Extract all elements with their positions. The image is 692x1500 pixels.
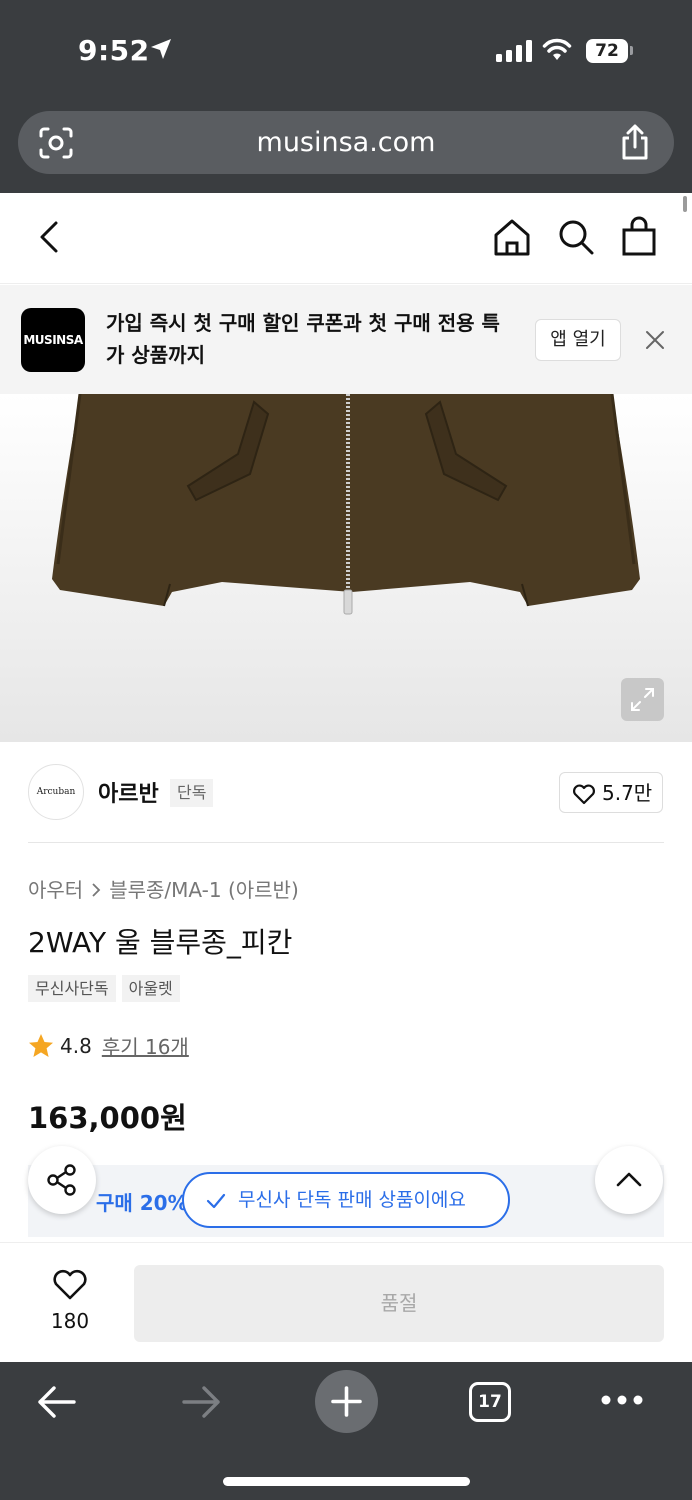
signal-icon <box>496 40 532 62</box>
product-tags: 무신사단독 아울렛 <box>28 975 180 1002</box>
new-tab-button[interactable] <box>315 1370 378 1433</box>
scroll-top-button[interactable] <box>595 1146 663 1214</box>
tag: 무신사단독 <box>28 975 116 1002</box>
browser-toolbar: 17 <box>0 1362 692 1500</box>
close-icon[interactable] <box>644 329 666 351</box>
heart-icon <box>53 1269 87 1300</box>
plus-icon <box>331 1386 362 1417</box>
wishlist-button[interactable]: 180 <box>40 1265 100 1335</box>
breadcrumb-item[interactable]: 아우터 <box>28 878 83 902</box>
heart-icon <box>573 784 595 805</box>
star-icon <box>29 1034 53 1057</box>
open-app-button[interactable]: 앱 열기 <box>535 319 621 361</box>
back-icon[interactable] <box>36 219 62 255</box>
wifi-icon <box>542 38 572 60</box>
check-icon <box>206 1193 226 1209</box>
brand-like-button[interactable]: 5.7만 <box>559 772 663 813</box>
rating-row: 4.8 후기 16개 <box>28 1031 189 1060</box>
brand-row: Arcuban 아르반 단독 5.7만 <box>0 742 692 842</box>
exclusive-toast: 무신사 단독 판매 상품이에요 <box>182 1172 510 1228</box>
scrollbar[interactable] <box>683 196 687 212</box>
sold-out-button[interactable]: 품절 <box>134 1265 664 1342</box>
brand-logo[interactable]: Arcuban <box>28 764 84 820</box>
browser-top-chrome: 9:52 72 musinsa.com <box>0 0 692 193</box>
product-image[interactable] <box>0 394 692 742</box>
home-indicator <box>223 1477 470 1486</box>
toast-text: 무신사 단독 판매 상품이에요 <box>238 1189 466 1211</box>
battery-indicator: 72 <box>586 39 628 63</box>
location-arrow-icon <box>151 39 171 59</box>
status-time: 9:52 <box>78 34 150 67</box>
exclusive-badge: 단독 <box>170 779 214 807</box>
breadcrumb-item[interactable]: 블루종/MA-1 (아르반) <box>109 878 299 902</box>
share-icon[interactable] <box>620 123 650 161</box>
share-button[interactable] <box>28 1146 96 1214</box>
expand-icon <box>631 688 654 711</box>
chevron-up-icon <box>616 1172 642 1187</box>
site-header <box>0 193 692 284</box>
app-banner-message: 가입 즉시 첫 구매 할인 쿠폰과 첫 구매 전용 특가 상품까지 <box>106 311 500 367</box>
buy-bar: 180 품절 <box>0 1242 692 1362</box>
home-icon[interactable] <box>492 217 532 257</box>
battery-nub <box>630 46 633 55</box>
address-bar[interactable]: musinsa.com <box>18 111 674 174</box>
search-icon[interactable] <box>556 217 596 257</box>
wishlist-count: 180 <box>50 1309 90 1333</box>
expand-image-button[interactable] <box>621 678 664 721</box>
reviews-link[interactable]: 후기 16개 <box>102 1031 189 1060</box>
jacket-illustration <box>52 394 640 615</box>
more-icon[interactable] <box>600 1388 644 1412</box>
breadcrumb: 아우터 블루종/MA-1 (아르반) <box>28 874 299 903</box>
app-install-banner: MUSINSA 가입 즉시 첫 구매 할인 쿠폰과 첫 구매 전용 특가 상품까… <box>0 285 692 394</box>
back-icon[interactable] <box>36 1384 78 1420</box>
chevron-right-icon <box>92 883 101 897</box>
app-logo: MUSINSA <box>21 308 85 372</box>
brand-like-count: 5.7만 <box>602 781 653 805</box>
tabs-button[interactable]: 17 <box>469 1382 511 1422</box>
product-title: 2WAY 울 블루종_피칸 <box>28 926 293 959</box>
forward-icon[interactable] <box>180 1384 222 1420</box>
tag: 아울렛 <box>121 975 180 1002</box>
rating-score: 4.8 <box>60 1033 92 1058</box>
url-text[interactable]: musinsa.com <box>18 111 674 174</box>
divider <box>28 842 664 843</box>
product-price: 163,000원 <box>28 1101 187 1135</box>
brand-name[interactable]: 아르반 <box>98 776 159 808</box>
bag-icon[interactable] <box>620 215 658 257</box>
share-icon <box>47 1164 76 1196</box>
